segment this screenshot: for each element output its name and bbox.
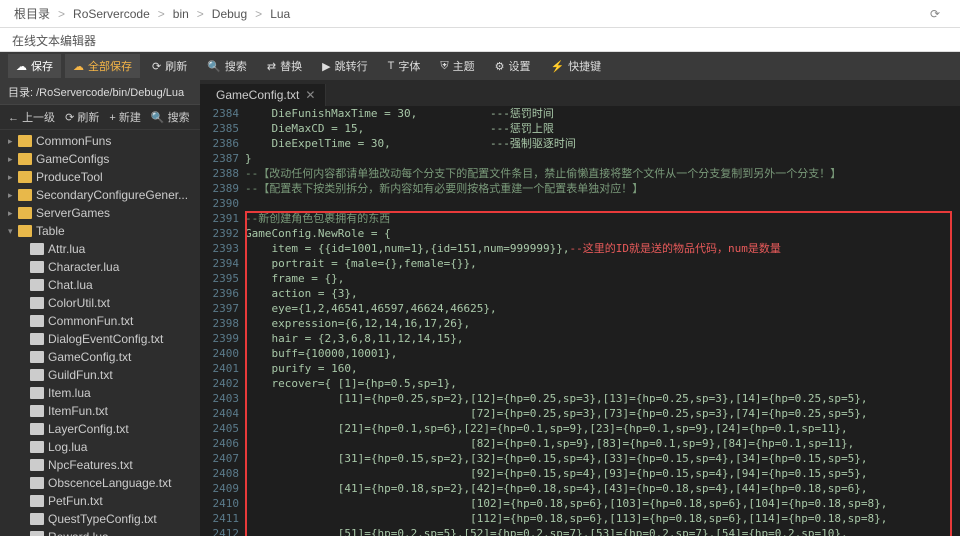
save-button[interactable]: ☁ 保存 bbox=[8, 54, 61, 78]
file-item[interactable]: Item.lua bbox=[0, 384, 200, 402]
file-tree: ▸CommonFuns▸GameConfigs▸ProduceTool▸Seco… bbox=[0, 130, 200, 536]
file-item[interactable]: GuildFun.txt bbox=[0, 366, 200, 384]
breadcrumb-item[interactable]: Debug bbox=[212, 7, 247, 21]
file-icon bbox=[30, 369, 44, 381]
folder-icon bbox=[18, 207, 32, 219]
tab-bar: GameConfig.txt ✕ bbox=[200, 80, 960, 106]
folder-item[interactable]: ▸GameConfigs bbox=[0, 150, 200, 168]
code-content[interactable]: DieFunishMaxTime = 30, ---惩罚时间 DieMaxCD … bbox=[245, 106, 960, 536]
jump-button[interactable]: ▶ 跳转行 bbox=[314, 54, 375, 78]
file-item[interactable]: Reward.lua bbox=[0, 528, 200, 536]
folder-item[interactable]: ▸ProduceTool bbox=[0, 168, 200, 186]
file-icon bbox=[30, 297, 44, 309]
settings-button[interactable]: ⚙ 设置 bbox=[487, 54, 539, 78]
file-icon bbox=[30, 333, 44, 345]
folder-icon bbox=[18, 135, 32, 147]
folder-item[interactable]: ▸CommonFuns bbox=[0, 132, 200, 150]
font-button[interactable]: T 字体 bbox=[380, 54, 429, 78]
folder-item[interactable]: ▸ServerGames bbox=[0, 204, 200, 222]
refresh-dir-button[interactable]: ⟳ 刷新 bbox=[65, 109, 99, 125]
file-icon bbox=[30, 351, 44, 363]
file-icon bbox=[30, 477, 44, 489]
tab-gameconfig[interactable]: GameConfig.txt ✕ bbox=[200, 84, 326, 106]
file-item[interactable]: NpcFeatures.txt bbox=[0, 456, 200, 474]
theme-button[interactable]: ⛨ 主题 bbox=[432, 54, 482, 78]
new-file-button[interactable]: + 新建 bbox=[109, 109, 140, 125]
file-item[interactable]: Chat.lua bbox=[0, 276, 200, 294]
file-icon bbox=[30, 531, 44, 536]
folder-icon bbox=[18, 171, 32, 183]
breadcrumb-item[interactable]: bin bbox=[173, 7, 189, 21]
refresh-icon[interactable]: ⟳ bbox=[924, 5, 946, 23]
file-icon bbox=[30, 441, 44, 453]
breadcrumb-item[interactable]: RoServercode bbox=[73, 7, 150, 21]
search-file-button[interactable]: 🔍 搜索 bbox=[151, 109, 190, 125]
file-item[interactable]: GameConfig.txt bbox=[0, 348, 200, 366]
sidebar-header: 目录: /RoServercode/bin/Debug/Lua bbox=[0, 80, 200, 105]
folder-icon bbox=[18, 153, 32, 165]
line-gutter: 2384238523862387238823892390239123922393… bbox=[200, 106, 245, 536]
folder-icon bbox=[18, 189, 32, 201]
file-icon bbox=[30, 513, 44, 525]
file-icon bbox=[30, 279, 44, 291]
breadcrumb: 根目录>RoServercode>bin>Debug>Lua⟳ bbox=[0, 0, 960, 28]
file-item[interactable]: CommonFun.txt bbox=[0, 312, 200, 330]
file-icon bbox=[30, 387, 44, 399]
file-icon bbox=[30, 243, 44, 255]
close-icon[interactable]: ✕ bbox=[305, 88, 315, 102]
code-area[interactable]: 2384238523862387238823892390239123922393… bbox=[200, 106, 960, 536]
file-icon bbox=[30, 423, 44, 435]
shortcut-button[interactable]: ⚡ 快捷键 bbox=[542, 54, 609, 78]
sidebar: 目录: /RoServercode/bin/Debug/Lua ← 上一级 ⟳ … bbox=[0, 80, 200, 536]
file-icon bbox=[30, 261, 44, 273]
breadcrumb-item[interactable]: Lua bbox=[270, 7, 290, 21]
file-item[interactable]: LayerConfig.txt bbox=[0, 420, 200, 438]
page-title: 在线文本编辑器 bbox=[0, 28, 960, 52]
file-icon bbox=[30, 405, 44, 417]
editor: GameConfig.txt ✕ 23842385238623872388238… bbox=[200, 80, 960, 536]
file-item[interactable]: ItemFun.txt bbox=[0, 402, 200, 420]
file-icon bbox=[30, 495, 44, 507]
folder-icon bbox=[18, 225, 32, 237]
sidebar-tools: ← 上一级 ⟳ 刷新 + 新建 🔍 搜索 bbox=[0, 105, 200, 130]
breadcrumb-item[interactable]: 根目录 bbox=[14, 5, 50, 22]
file-item[interactable]: ObscenceLanguage.txt bbox=[0, 474, 200, 492]
toolbar: ☁ 保存 ☁ 全部保存 ⟳ 刷新 🔍 搜索 ⇄ 替换 ▶ 跳转行 T 字体 ⛨ … bbox=[0, 52, 960, 80]
replace-button[interactable]: ⇄ 替换 bbox=[259, 54, 310, 78]
folder-item[interactable]: ▸SecondaryConfigureGener... bbox=[0, 186, 200, 204]
file-item[interactable]: Attr.lua bbox=[0, 240, 200, 258]
search-button[interactable]: 🔍 搜索 bbox=[199, 54, 255, 78]
file-item[interactable]: Character.lua bbox=[0, 258, 200, 276]
save-all-button[interactable]: ☁ 全部保存 bbox=[65, 54, 140, 78]
file-item[interactable]: DialogEventConfig.txt bbox=[0, 330, 200, 348]
file-item[interactable]: PetFun.txt bbox=[0, 492, 200, 510]
file-item[interactable]: Log.lua bbox=[0, 438, 200, 456]
refresh-button[interactable]: ⟳ 刷新 bbox=[144, 54, 195, 78]
folder-item[interactable]: ▾Table bbox=[0, 222, 200, 240]
file-icon bbox=[30, 315, 44, 327]
file-item[interactable]: ColorUtil.txt bbox=[0, 294, 200, 312]
up-button[interactable]: ← 上一级 bbox=[8, 109, 55, 125]
file-item[interactable]: QuestTypeConfig.txt bbox=[0, 510, 200, 528]
file-icon bbox=[30, 459, 44, 471]
